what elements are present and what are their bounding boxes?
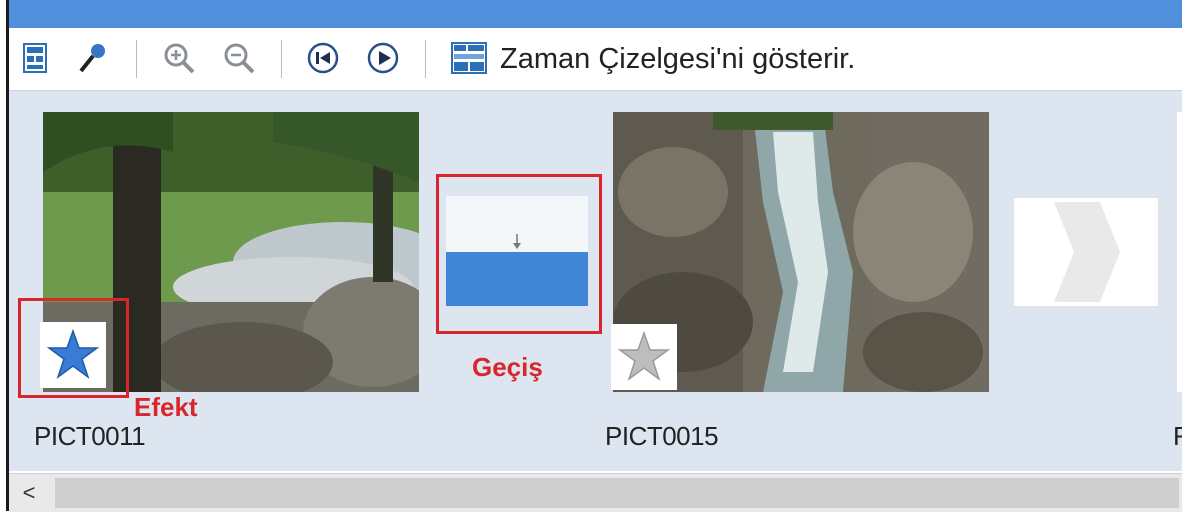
narrate-mic-icon[interactable] [73,38,113,78]
clip-name-partial: F [1173,421,1182,451]
star-icon [617,330,671,381]
toolbar: Zaman Çizelgesi'ni gösterir. [9,28,1182,91]
clip-thumbnail-partial[interactable] [1177,112,1182,392]
timeline-icon[interactable] [449,38,489,78]
transition-highlight-box [436,174,602,334]
effect-highlight-box [18,298,129,398]
effect-badge-empty[interactable] [611,324,677,390]
transition-annotation: Geçiş [472,352,543,382]
storyboard-icon[interactable] [15,38,55,78]
title-bar [9,0,1182,28]
play-icon[interactable] [363,38,403,78]
toolbar-separator [281,40,282,78]
scroll-thumb[interactable] [55,478,1179,508]
rewind-icon[interactable] [303,38,343,78]
zoom-in-icon[interactable] [159,38,199,78]
scroll-left-arrow[interactable]: < [9,474,49,512]
toolbar-separator [136,40,137,78]
zoom-out-icon[interactable] [219,38,259,78]
show-timeline-label[interactable]: Zaman Çizelgesi'ni gösterir. [500,41,855,77]
toolbar-separator [425,40,426,78]
clip-name-pict0015: PICT0015 [605,421,719,451]
transition-placeholder[interactable] [1013,197,1159,307]
clip-name-pict0011: PICT0011 [34,421,146,451]
arrow-right-icon [1054,202,1120,302]
horizontal-scrollbar[interactable]: < [9,473,1182,512]
effect-annotation: Efekt [134,392,198,422]
